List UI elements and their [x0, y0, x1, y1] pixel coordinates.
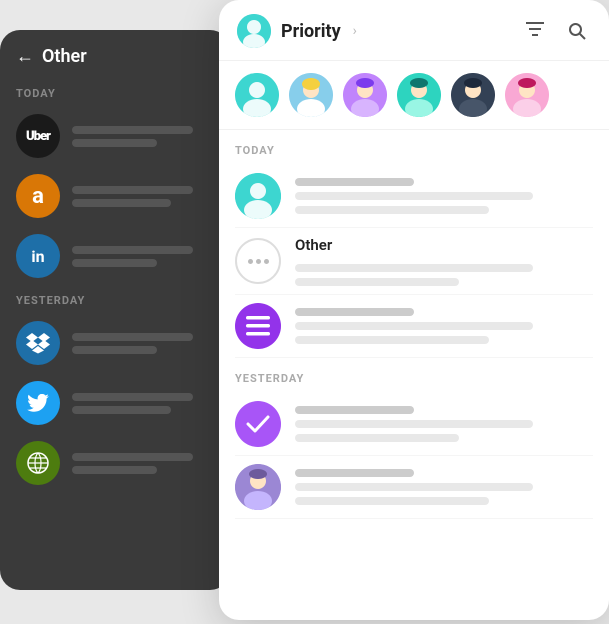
dot [256, 259, 261, 264]
text-line [72, 466, 157, 474]
filter-icon[interactable] [521, 17, 549, 45]
contact-avatar[interactable] [505, 73, 549, 117]
today-section-label: TODAY [235, 130, 593, 165]
contact-avatar[interactable] [235, 73, 279, 117]
list-item[interactable] [0, 373, 230, 433]
text-lines [72, 186, 214, 207]
avatar [16, 321, 60, 365]
search-icon[interactable] [563, 17, 591, 45]
right-header: Priority › [219, 0, 609, 61]
message-item[interactable] [235, 393, 593, 456]
left-panel-title: Other [42, 46, 87, 67]
text-line [295, 308, 414, 316]
list-item[interactable]: Uber [0, 106, 230, 166]
text-block [295, 406, 593, 442]
chevron-right-icon: › [353, 23, 357, 39]
dots-inner [248, 259, 269, 264]
right-content: TODAY [219, 130, 609, 620]
yesterday-section-label: YESTERDAY [235, 358, 593, 393]
contact-avatar[interactable] [451, 73, 495, 117]
text-line [295, 322, 533, 330]
text-line [72, 259, 157, 267]
text-line [295, 434, 459, 442]
dot [248, 259, 253, 264]
other-label: Other [295, 236, 593, 254]
contact-avatar[interactable] [289, 73, 333, 117]
text-lines [72, 393, 214, 414]
avatar [235, 303, 281, 349]
text-lines [72, 453, 214, 474]
message-item[interactable] [235, 165, 593, 228]
text-line [295, 206, 489, 214]
header-title: Priority [281, 21, 341, 42]
header-left: Priority › [237, 14, 357, 48]
text-block [295, 308, 593, 344]
text-line [72, 186, 193, 194]
contacts-strip [219, 61, 609, 130]
text-line [295, 497, 489, 505]
text-line [295, 483, 533, 491]
text-line [72, 126, 193, 134]
avatar [235, 464, 281, 510]
text-line [72, 246, 193, 254]
dot [264, 259, 269, 264]
other-avatar [235, 238, 281, 284]
text-line [295, 406, 414, 414]
list-item[interactable]: a [0, 166, 230, 226]
text-line [72, 333, 193, 341]
avatar [16, 381, 60, 425]
app-container: ← Other TODAY Uber a [0, 0, 609, 624]
back-icon[interactable]: ← [16, 46, 34, 67]
text-lines [72, 126, 214, 147]
text-lines [72, 246, 214, 267]
list-item[interactable]: in [0, 226, 230, 286]
contact-avatar[interactable] [397, 73, 441, 117]
text-lines [72, 333, 214, 354]
text-line [72, 453, 193, 461]
text-line [72, 139, 157, 147]
header-avatar[interactable] [237, 14, 271, 48]
text-line [295, 264, 533, 272]
text-line [72, 346, 157, 354]
text-block: Other [295, 236, 593, 286]
text-line [295, 336, 489, 344]
text-line [295, 469, 414, 477]
left-today-label: TODAY [0, 79, 230, 106]
list-item[interactable] [0, 433, 230, 493]
message-item[interactable] [235, 295, 593, 358]
message-item[interactable] [235, 456, 593, 519]
left-yesterday-label: YESTERDAY [0, 286, 230, 313]
text-line [295, 192, 533, 200]
message-item[interactable]: Other [235, 228, 593, 295]
text-line [72, 406, 171, 414]
text-line [295, 178, 414, 186]
avatar: in [16, 234, 60, 278]
right-panel: Priority › [219, 0, 609, 620]
avatar: a [16, 174, 60, 218]
avatar [235, 401, 281, 447]
avatar: Uber [16, 114, 60, 158]
text-line [72, 199, 171, 207]
avatar [235, 173, 281, 219]
left-header: ← Other [0, 30, 230, 79]
text-block [295, 178, 593, 214]
header-icons [521, 17, 591, 45]
avatar [16, 441, 60, 485]
left-panel: ← Other TODAY Uber a [0, 30, 230, 590]
text-line [295, 278, 459, 286]
contact-avatar[interactable] [343, 73, 387, 117]
list-item[interactable] [0, 313, 230, 373]
text-line [72, 393, 193, 401]
text-block [295, 469, 593, 505]
text-line [295, 420, 533, 428]
